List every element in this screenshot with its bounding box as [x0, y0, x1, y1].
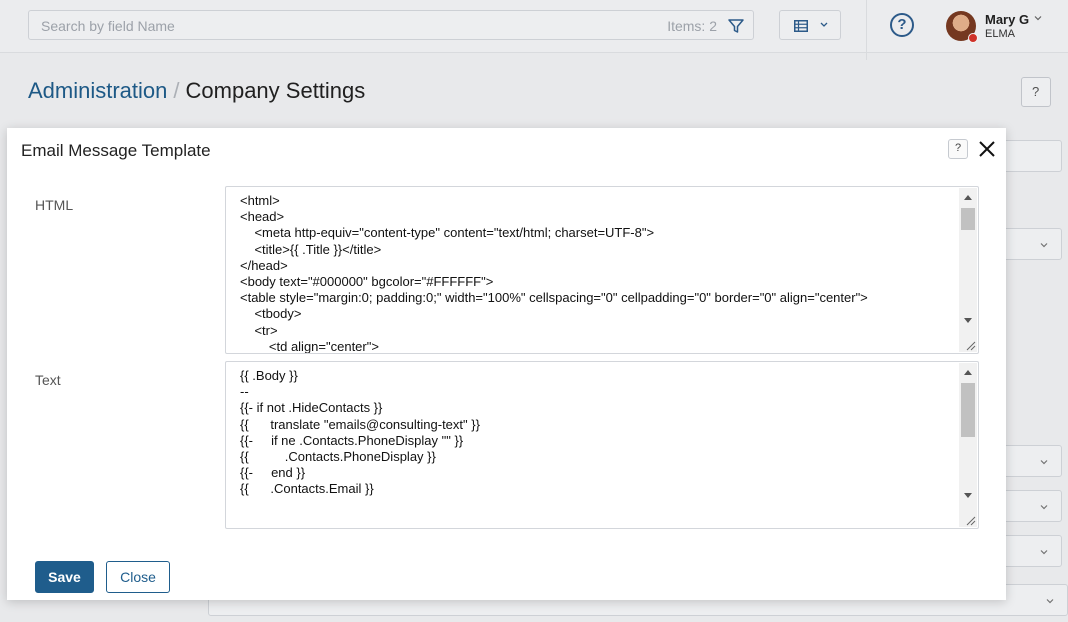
resize-handle-icon[interactable] — [964, 339, 976, 351]
code-line: {{- if not .HideContacts }} — [240, 400, 383, 416]
text-field-label: Text — [35, 372, 61, 388]
code-line: <body text="#000000" bgcolor="#FFFFFF"> — [240, 274, 494, 290]
code-line: <title>{{ .Title }}</title> — [240, 241, 382, 257]
code-line: <td align="center"> — [240, 338, 379, 354]
code-line: <table style="margin:0; padding:0;" widt… — [240, 290, 868, 306]
html-template-editor[interactable]: <html> <head> <meta http-equiv="content-t… — [225, 186, 979, 354]
resize-handle-icon[interactable] — [964, 514, 976, 526]
code-line: {{ .Contacts.PhoneDisplay }} — [240, 449, 436, 465]
scrollbar-thumb[interactable] — [961, 208, 975, 230]
scroll-up-icon[interactable] — [964, 370, 972, 375]
code-line: <head> — [240, 209, 285, 225]
code-line: <tr> — [240, 322, 278, 338]
code-line: {{- end }} — [240, 465, 306, 481]
html-field-label: HTML — [35, 197, 74, 213]
dialog-help-button[interactable]: ? — [948, 139, 968, 159]
code-line: {{- if ne .Contacts.PhoneDisplay "" }} — [240, 432, 464, 448]
code-line: {{ translate "emails@consulting-text" }} — [240, 416, 480, 432]
close-button[interactable]: Close — [106, 561, 170, 593]
html-editor-scrollbar[interactable] — [959, 188, 977, 352]
code-line: {{ .Body }} — [240, 368, 298, 383]
html-code-lines: <html> <head> <meta http-equiv="content-t… — [240, 193, 956, 354]
close-icon[interactable] — [978, 140, 996, 158]
text-code-lines: {{ .Body }} -- {{- if not .HideContacts }}… — [240, 368, 956, 498]
email-template-dialog: Email Message Template ? HTML <html> <hea… — [7, 128, 1006, 600]
save-button[interactable]: Save — [35, 561, 94, 593]
text-template-editor[interactable]: {{ .Body }} -- {{- if not .HideContacts }}… — [225, 361, 979, 529]
dialog-title: Email Message Template — [21, 141, 211, 160]
text-editor-scrollbar[interactable] — [959, 363, 977, 527]
code-line: -- — [240, 384, 249, 400]
code-line: </head> — [240, 257, 288, 273]
scroll-down-icon[interactable] — [964, 318, 972, 323]
scrollbar-thumb[interactable] — [961, 383, 975, 437]
scroll-down-icon[interactable] — [964, 493, 972, 498]
scroll-up-icon[interactable] — [964, 195, 972, 200]
code-line: <meta http-equiv="content-type" content=… — [240, 225, 655, 241]
code-line: {{ .Contacts.Email }} — [240, 481, 374, 497]
code-line: <html> — [240, 193, 280, 208]
code-line: <tbody> — [240, 306, 302, 322]
help-icon: ? — [955, 142, 962, 154]
